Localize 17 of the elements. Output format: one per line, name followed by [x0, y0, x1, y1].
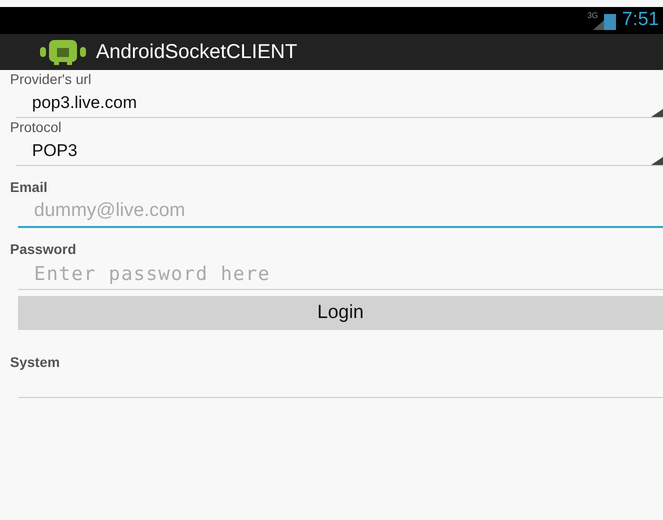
field-label: Provider's url	[9, 70, 92, 88]
field-label: Protocol	[9, 118, 62, 136]
battery-icon	[604, 12, 616, 30]
dropdown-corner-icon	[651, 109, 663, 117]
dropdown[interactable]: pop3.live.com	[16, 88, 663, 118]
input-field[interactable]: Enter password here	[18, 258, 663, 290]
app-title: AndroidSocketCLIENT	[96, 40, 298, 65]
input-field[interactable]: dummy@live.com	[18, 196, 663, 228]
clock: 7:51	[622, 8, 659, 32]
network-type: 3G	[587, 10, 598, 22]
field-label: Email	[9, 178, 48, 196]
dropdown-corner-icon	[651, 157, 663, 165]
login-button[interactable]: Login	[18, 296, 663, 330]
robot-icon	[40, 39, 86, 65]
section-label: System	[9, 353, 61, 372]
dropdown[interactable]: POP3	[16, 136, 663, 166]
field-label: Password	[9, 240, 78, 258]
